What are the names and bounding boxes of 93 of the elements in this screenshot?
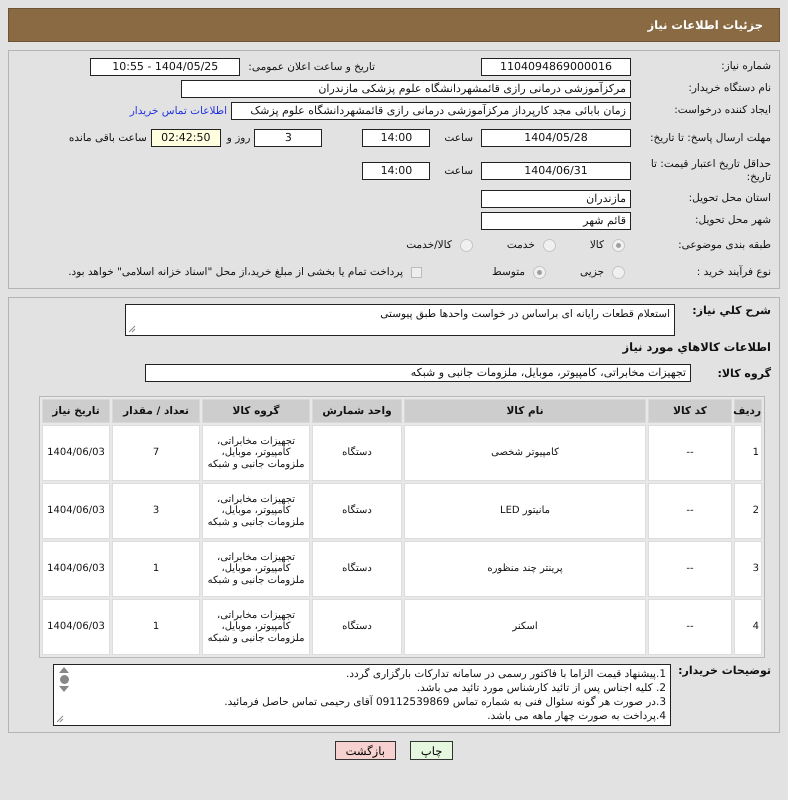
table-cell: دستگاه (312, 599, 402, 655)
field-label: استان محل تحویل: (688, 192, 771, 205)
option-label: کالا (590, 239, 604, 251)
validity-date-field: 1404/06/31 (481, 162, 631, 180)
days-field: 3 (254, 129, 322, 147)
resize-grip-icon (128, 325, 136, 333)
note-line: 3.در صورت هر گونه سئوال فنی به شماره تماس 09112539869 آقای رحیمی تماس حاصل فرمائید. (223, 695, 666, 709)
table-cell: دستگاه (312, 483, 402, 539)
note-line: 4.پرداخت به صورت چهار ماهه می باشد. (486, 709, 666, 723)
need-number-field: 1104094869000016 (481, 58, 631, 76)
table-cell: 1404/06/03 (42, 541, 110, 597)
print-button[interactable]: چاپ (410, 741, 454, 760)
radio-button[interactable] (533, 266, 546, 278)
field-label: توضیحات خریدار: (677, 664, 771, 677)
table-cell: مانیتور LED (404, 483, 646, 539)
days-label: روز و (226, 132, 250, 144)
field-label: شرح كلي نياز: (691, 304, 771, 317)
time-label: ساعت (444, 132, 473, 144)
field-label: ایجاد کننده درخواست: (673, 104, 771, 117)
field-label: تاریخ و ساعت اعلان عمومی: (248, 60, 375, 72)
note-line: 2. کلیه اجناس پس از تائید کارشناس مورد تائید می باشد. (416, 681, 666, 695)
field-label: شماره نیاز: (720, 60, 771, 73)
table-cell: 1 (112, 541, 200, 597)
radio-button[interactable] (612, 266, 625, 278)
column-header: کد کالا (648, 399, 732, 423)
table-cell: دستگاه (312, 425, 402, 481)
table-cell: پرینتر چند منظوره (404, 541, 646, 597)
column-header: ردیف (734, 399, 762, 423)
table-cell: 4 (734, 599, 762, 655)
goods-group-field: تجهیزات مخابراتی، کامپیوتر، موبایل، ملزومات جانبی و شبکه (145, 364, 691, 382)
table-cell: 1404/06/03 (42, 483, 110, 539)
table-cell: 1404/06/03 (42, 425, 110, 481)
section-heading: اطلاعات كالاهاي مورد نياز (621, 340, 771, 354)
table-cell: 1404/06/03 (42, 599, 110, 655)
deadline-time-field: 14:00 (362, 129, 430, 147)
description-field[interactable]: استعلام قطعات رایانه ای براساس در خواست واحدها طبق پیوستی (125, 304, 675, 336)
table-cell: تجهیزات مخابراتی، کامپیوتر، موبایل، ملزومات جانبی و شبکه (202, 425, 310, 481)
radio-button[interactable] (612, 238, 625, 252)
column-header: گروه کالا (202, 399, 310, 423)
table-cell: 1 (734, 425, 762, 481)
table-cell: 7 (112, 425, 200, 481)
resize-grip-icon (56, 715, 64, 723)
option-label: جزیی (580, 266, 604, 278)
notes-field[interactable] (53, 664, 671, 726)
table-cell: 2 (734, 483, 762, 539)
column-header: تعداد / مقدار (112, 399, 200, 423)
page-header: جزئیات اطلاعات نیاز (8, 8, 780, 42)
table-cell: تجهیزات مخابراتی، کامپیوتر، موبایل، ملزومات جانبی و شبکه (202, 483, 310, 539)
field-label: نام دستگاه خریدار: (687, 82, 771, 95)
deadline-date-field: 1404/05/28 (481, 129, 631, 147)
province-field: مازندران (481, 190, 631, 208)
validity-time-field: 14:00 (362, 162, 430, 180)
table-cell: تجهیزات مخابراتی، کامپیوتر، موبایل، ملزومات جانبی و شبکه (202, 599, 310, 655)
announce-date-field: 1404/05/25 - 10:55 (90, 58, 240, 76)
radio-button[interactable] (542, 238, 556, 252)
table-cell: تجهیزات مخابراتی، کامپیوتر، موبایل، ملزومات جانبی و شبکه (202, 541, 310, 597)
table-cell: -- (648, 425, 732, 481)
back-button[interactable]: بازگشت (334, 741, 396, 760)
buyer-org-field: مرکزآموزشی درمانی رازی قائمشهردانشگاه علوم پزشکی مازندران (181, 80, 631, 98)
table-cell: کامپیوتر شخصی (404, 425, 646, 481)
checkbox[interactable] (411, 266, 422, 278)
table-cell: 1 (112, 599, 200, 655)
column-header: نام کالا (404, 399, 646, 423)
remaining-label: ساعت باقی مانده (68, 132, 147, 144)
note-line: 1.پیشنهاد قیمت الزاما با فاکتور رسمی در سامانه تدارکات بارگزاری گردد. (345, 667, 666, 681)
remaining-time-field: 02:42:50 (150, 129, 221, 147)
radio-button[interactable] (460, 238, 473, 252)
field-label: گروه کالا: (716, 366, 771, 380)
city-field: قائم شهر (481, 212, 631, 230)
field-label: حداقل تاریخ اعتبار قیمت: تا تاریخ: (650, 158, 771, 184)
option-label: متوسط (492, 266, 526, 278)
table-cell: 3 (112, 483, 200, 539)
scroll-down-icon[interactable] (59, 686, 69, 692)
table-cell: -- (648, 599, 732, 655)
scroll-up-icon[interactable] (59, 667, 69, 673)
field-label: شهر محل تحویل: (694, 214, 771, 227)
table-cell: دستگاه (312, 541, 402, 597)
column-header: تاریخ نیاز (42, 399, 110, 423)
table-cell: -- (648, 483, 732, 539)
buyer-contact-link[interactable]: اطلاعات تماس خریدار (130, 104, 227, 116)
creator-field: زمان بابائی مجد کارپرداز مرکزآموزشی درمانی رازی قائمشهردانشگاه علوم پزشک (231, 102, 631, 120)
field-label: مهلت ارسال پاسخ: تا تاریخ: (648, 132, 771, 144)
payment-note: پرداخت تمام یا بخشی از مبلغ خرید،از محل "اسناد خزانه اسلامی" خواهد بود. (68, 266, 404, 278)
table-cell: اسکنر (404, 599, 646, 655)
column-header: واحد شمارش (312, 399, 402, 423)
field-label: طبقه بندی موضوعی: (677, 238, 771, 252)
table-cell: -- (648, 541, 732, 597)
scroll-thumb-icon[interactable] (60, 675, 68, 684)
option-label: کالا/خدمت (406, 239, 452, 251)
time-label: ساعت (444, 165, 473, 177)
option-label: خدمت (506, 239, 535, 251)
table-cell: 3 (734, 541, 762, 597)
field-label: نوع فرآیند خرید : (696, 266, 771, 278)
